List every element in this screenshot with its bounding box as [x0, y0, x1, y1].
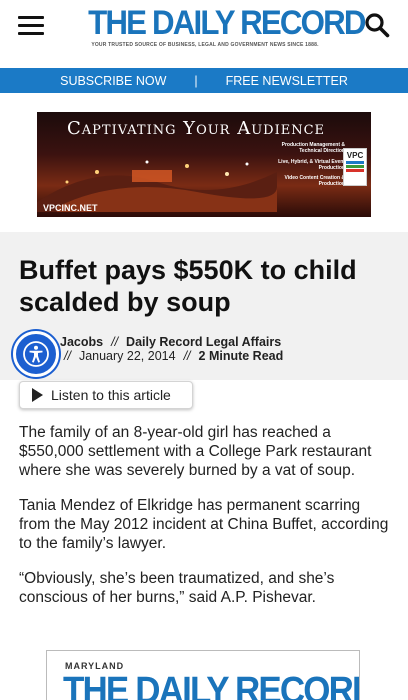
byline-separator: //: [64, 349, 71, 363]
ad-banner[interactable]: Captivating Your Audience Production Man…: [37, 112, 371, 217]
article-paragraph: The family of an 8-year-old girl has rea…: [19, 424, 372, 479]
ad-title: Captivating Your Audience: [67, 118, 326, 139]
logo-title: THE DAILY RECORD: [88, 4, 366, 42]
ad-service-item: Production Management & Technical Direct…: [281, 142, 345, 155]
newsletter-link[interactable]: FREE NEWSLETTER: [226, 74, 348, 88]
listen-button[interactable]: Listen to this article: [19, 381, 193, 409]
ad-services: Production Management & Technical Direct…: [259, 142, 345, 192]
author-name[interactable]: Jacobs: [60, 335, 103, 349]
bottom-ad[interactable]: MARYLAND THE DAILY RECORD: [46, 650, 360, 700]
ad-service-item: Live, Hybrid, & Virtual Event Production: [278, 158, 345, 171]
article-headline: Buffet pays $550K to child scalded by so…: [19, 255, 357, 317]
promo-bar: SUBSCRIBE NOW | FREE NEWSLETTER: [0, 68, 408, 93]
article-date: January 22, 2014: [78, 349, 176, 363]
article-paragraph: “Obviously, she’s been traumatized, and …: [19, 570, 335, 606]
listen-label: Listen to this article: [51, 387, 171, 403]
hamburger-icon[interactable]: [18, 16, 44, 36]
play-icon: [32, 388, 43, 402]
ad-vpc-logo: VPC: [343, 148, 367, 186]
site-logo[interactable]: THE DAILY RECORD YOUR TRUSTED SOURCE OF …: [78, 4, 366, 48]
accessibility-icon[interactable]: [13, 331, 59, 377]
article-paragraph: Tania Mendez of Elkridge has permanent s…: [19, 497, 389, 552]
byline-line-2: // January 22, 2014 // 2 Minute Read: [60, 349, 283, 363]
byline-separator: //: [183, 349, 191, 363]
ad-logo-text: VPC: [346, 151, 364, 160]
article-body: The family of an 8-year-old girl has rea…: [19, 423, 391, 623]
logo-tagline: YOUR TRUSTED SOURCE OF BUSINESS, LEGAL A…: [91, 42, 319, 48]
search-icon[interactable]: [364, 12, 390, 38]
promo-separator: |: [194, 73, 198, 88]
read-time: 2 Minute Read: [198, 349, 284, 363]
ad-url: VPCINC.NET: [43, 203, 98, 213]
byline-line-1: Jacobs // Daily Record Legal Affairs: [60, 335, 281, 349]
site-header: THE DAILY RECORD YOUR TRUSTED SOURCE OF …: [0, 0, 408, 68]
ad-service-item: Video Content Creation & Production: [284, 175, 345, 188]
bottom-ad-title: THE DAILY RECORD: [63, 670, 360, 700]
byline-separator: //: [111, 335, 119, 349]
subscribe-link[interactable]: SUBSCRIBE NOW: [60, 74, 166, 88]
section-name[interactable]: Daily Record Legal Affairs: [126, 335, 281, 349]
